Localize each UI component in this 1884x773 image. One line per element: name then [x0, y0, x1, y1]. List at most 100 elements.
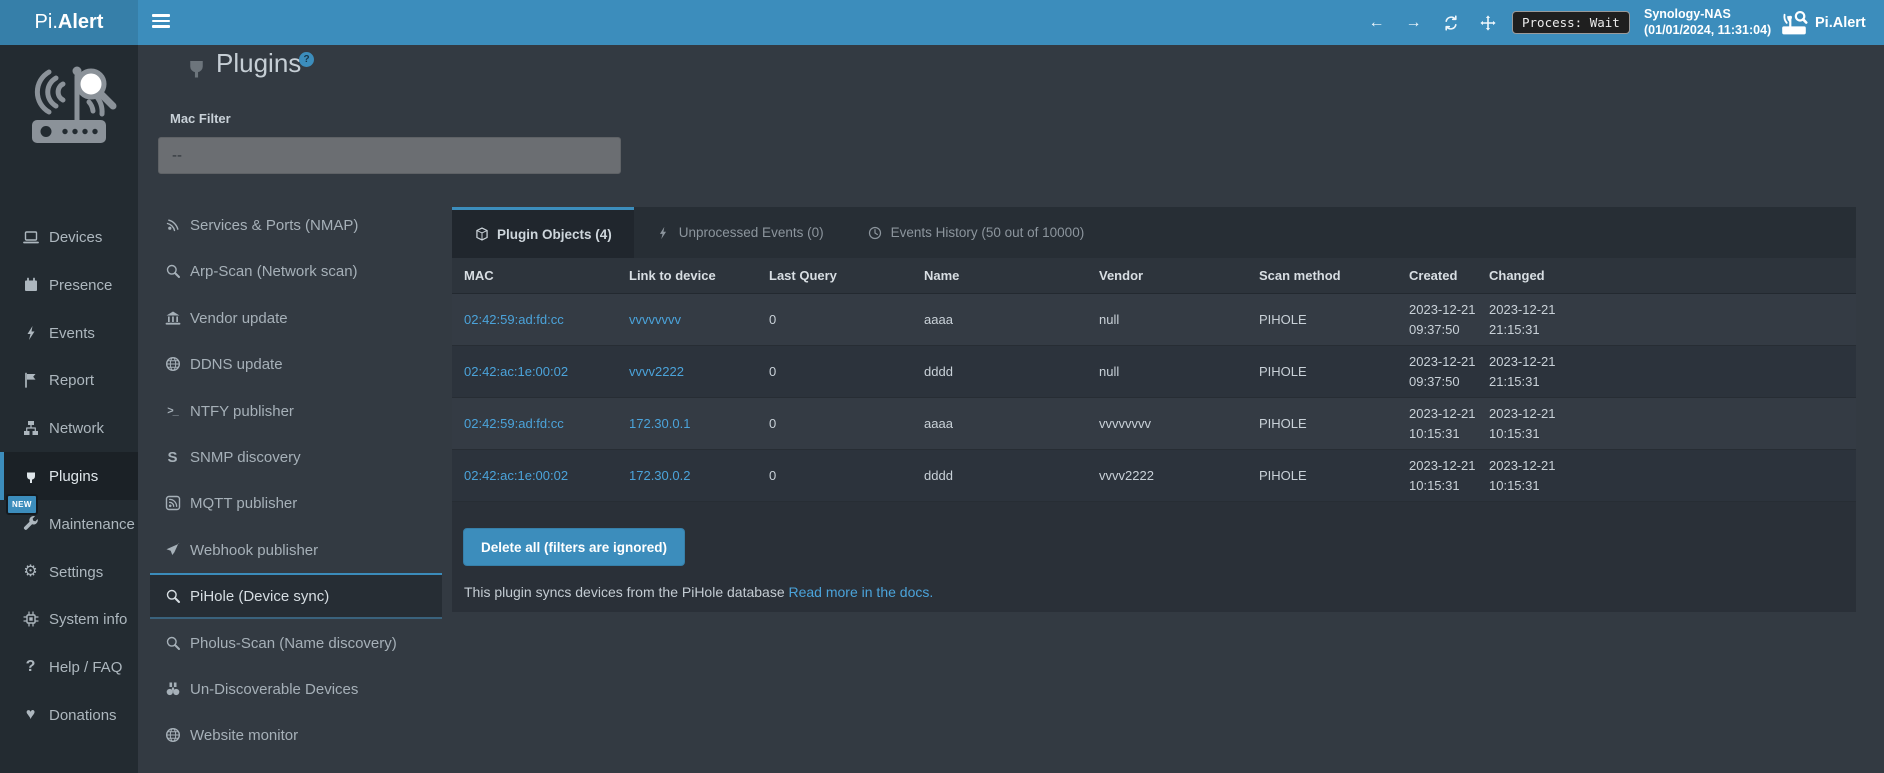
cube-icon: [474, 227, 489, 242]
sidebar-item-label: System info: [49, 611, 127, 628]
cell-mac: 02:42:59:ad:fd:cc: [452, 398, 617, 450]
column-header-name[interactable]: Name: [912, 258, 1087, 294]
tab-label: Plugin Objects (4): [497, 227, 612, 242]
laptop-icon: [22, 229, 39, 246]
cell-link-to-device: vvvvvvvv: [617, 294, 757, 346]
sidebar-item-label: Devices: [49, 229, 102, 246]
cell-link-mac[interactable]: 02:42:ac:1e:00:02: [464, 468, 568, 483]
rss-icon: [164, 495, 181, 512]
plugin-nav-item-vendor-update[interactable]: Vendor update: [150, 295, 442, 341]
cell-link-to-device: 172.30.0.2: [617, 450, 757, 502]
cell-vendor: null: [1087, 346, 1247, 398]
column-header-mac[interactable]: MAC: [452, 258, 617, 294]
host-name: Synology-NAS: [1644, 7, 1771, 23]
hamburger-menu-icon[interactable]: [152, 14, 172, 31]
plugin-nav-label: Un-Discoverable Devices: [190, 681, 358, 698]
sidebar-item-donations[interactable]: ♥Donations: [0, 691, 138, 739]
question-icon: ?: [22, 659, 39, 676]
cell-name: aaaa: [912, 294, 1087, 346]
brand-suffix: Alert: [58, 11, 104, 34]
cell-link-mac[interactable]: 02:42:ac:1e:00:02: [464, 364, 568, 379]
column-header-vendor[interactable]: Vendor: [1087, 258, 1247, 294]
cell-link-mac[interactable]: 02:42:59:ad:fd:cc: [464, 416, 564, 431]
sidebar-item-settings[interactable]: ⚙Settings: [0, 548, 138, 596]
plugin-nav-item-mqtt-publisher[interactable]: MQTT publisher: [150, 480, 442, 526]
sidebar-item-presence[interactable]: Presence: [0, 261, 138, 309]
column-header-created[interactable]: Created: [1405, 258, 1485, 294]
mac-filter-input[interactable]: --: [158, 137, 621, 174]
cell-scan-method: PIHOLE: [1247, 450, 1405, 502]
plugin-nav: Services & Ports (NMAP) Arp-Scan (Network…: [150, 202, 442, 762]
plugin-objects-table: MACLink to deviceLast QueryNameVendorSca…: [452, 258, 1856, 502]
sidebar-item-plugins[interactable]: Plugins: [0, 452, 138, 500]
tab-plugin-objects-4[interactable]: Plugin Objects (4): [452, 207, 634, 258]
sidebar-item-help-faq[interactable]: ?Help / FAQ: [0, 643, 138, 691]
column-header-changed[interactable]: Changed: [1485, 258, 1571, 294]
cell-last-query: 0: [757, 346, 912, 398]
sidebar-item-label: Maintenance: [49, 516, 135, 533]
plugin-nav-item-webhook-publisher[interactable]: Webhook publisher: [150, 527, 442, 573]
mac-filter-label: Mac Filter: [170, 111, 231, 126]
cell-name: dddd: [912, 346, 1087, 398]
cell-link-link-to-device[interactable]: 172.30.0.2: [629, 468, 690, 483]
plugin-nav-label: Webhook publisher: [190, 542, 318, 559]
delete-all-button[interactable]: Delete all (filters are ignored): [463, 528, 685, 566]
plugin-nav-item-services-ports-nmap[interactable]: Services & Ports (NMAP): [150, 202, 442, 248]
plugin-nav-item-pholus-scan-name-discovery[interactable]: Pholus-Scan (Name discovery): [150, 620, 442, 666]
sidebar-item-report[interactable]: Report: [0, 356, 138, 404]
cell-link-to-device: 172.30.0.1: [617, 398, 757, 450]
table-row: 02:42:ac:1e:00:02vvvv22220ddddnullPIHOLE…: [452, 346, 1856, 398]
cell-mac: 02:42:ac:1e:00:02: [452, 450, 617, 502]
sitemap-icon: [22, 420, 39, 437]
refresh-icon[interactable]: [1432, 0, 1469, 45]
new-feature-badge: NEW: [6, 494, 38, 515]
plugin-nav-label: Vendor update: [190, 310, 288, 327]
tab-events-history-50-out-of-10000[interactable]: Events History (50 out of 10000): [846, 207, 1107, 258]
table-row: 02:42:59:ad:fd:ccvvvvvvvv0aaaanullPIHOLE…: [452, 294, 1856, 346]
table-row: 02:42:59:ad:fd:cc172.30.0.10aaaavvvvvvvv…: [452, 398, 1856, 450]
read-docs-link[interactable]: Read more in the docs.: [789, 584, 934, 600]
cell-changed: 2023-12-21 10:15:31: [1485, 450, 1571, 502]
help-question-badge[interactable]: ?: [299, 52, 314, 67]
host-time: (01/01/2024, 11:31:04): [1644, 23, 1771, 39]
tab-unprocessed-events-0[interactable]: Unprocessed Events (0): [634, 207, 846, 258]
pialert-app: { "colors": { "accent": "#3c8dbc", "acce…: [0, 0, 1884, 773]
pialert-logo: [19, 58, 119, 162]
plugin-nav-item-website-monitor[interactable]: Website monitor: [150, 712, 442, 758]
s-icon: S: [164, 449, 181, 466]
plugin-nav-item-arp-scan-network-scan[interactable]: Arp-Scan (Network scan): [150, 248, 442, 294]
cell-link-link-to-device[interactable]: 172.30.0.1: [629, 416, 690, 431]
cell-link-link-to-device[interactable]: vvvv2222: [629, 364, 684, 379]
search-icon: [164, 588, 181, 605]
cell-link-mac[interactable]: 02:42:59:ad:fd:cc: [464, 312, 564, 327]
plugin-nav-label: Arp-Scan (Network scan): [190, 263, 358, 280]
plugin-nav-label: MQTT publisher: [190, 495, 297, 512]
cell-link-link-to-device[interactable]: vvvvvvvv: [629, 312, 681, 327]
chip-icon: [22, 611, 39, 628]
plugin-nav-item-ntfy-publisher[interactable]: >_NTFY publisher: [150, 388, 442, 434]
column-header-link-to-device[interactable]: Link to device: [617, 258, 757, 294]
cell-vendor: null: [1087, 294, 1247, 346]
cell-last-query: 0: [757, 294, 912, 346]
cell-last-query: 0: [757, 398, 912, 450]
plugin-nav-item-snmp-discovery[interactable]: SSNMP discovery: [150, 434, 442, 480]
arrow-right-icon[interactable]: →: [1395, 0, 1432, 45]
sidebar-item-devices[interactable]: Devices: [0, 213, 138, 261]
host-info: Synology-NAS (01/01/2024, 11:31:04): [1644, 7, 1771, 38]
plugin-nav-item-un-discoverable-devices[interactable]: Un-Discoverable Devices: [150, 666, 442, 712]
brand-logo[interactable]: Pi.Alert: [0, 0, 138, 45]
plugin-description-text: This plugin syncs devices from the PiHol…: [464, 584, 785, 600]
sidebar-item-network[interactable]: Network: [0, 404, 138, 452]
move-icon[interactable]: [1469, 0, 1506, 45]
bolt-icon: [656, 225, 671, 240]
column-header-scan-method[interactable]: Scan method: [1247, 258, 1405, 294]
plugin-nav-item-pihole-device-sync[interactable]: PiHole (Device sync): [150, 573, 442, 619]
brand-prefix: Pi.: [35, 11, 58, 34]
globe-icon: [164, 356, 181, 373]
tab-bar: Plugin Objects (4) Unprocessed Events (0)…: [452, 207, 1856, 258]
sidebar-item-events[interactable]: Events: [0, 309, 138, 357]
column-header-last-query[interactable]: Last Query: [757, 258, 912, 294]
plugin-nav-item-ddns-update[interactable]: DDNS update: [150, 341, 442, 387]
sidebar-item-system-info[interactable]: System info: [0, 595, 138, 643]
arrow-left-icon[interactable]: ←: [1358, 0, 1395, 45]
